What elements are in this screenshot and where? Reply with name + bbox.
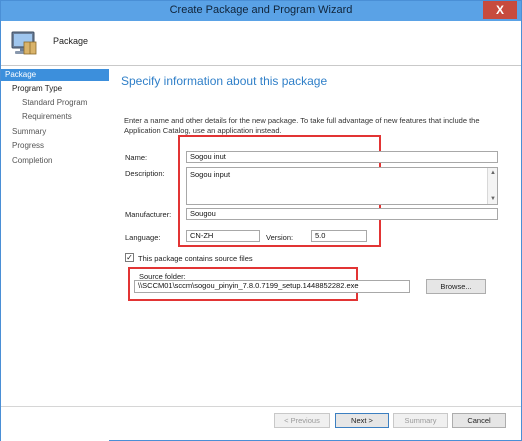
source-folder-field[interactable]: \\SCCM01\sccm\sogou_pinyin_7.8.0.7199_se… (134, 280, 410, 293)
description-scrollbar[interactable]: ▲ ▼ (487, 168, 497, 204)
source-files-checkbox[interactable]: ✓ (125, 253, 134, 262)
browse-button[interactable]: Browse... (426, 279, 486, 294)
header-title: Package (53, 36, 89, 46)
version-field[interactable]: 5.0 (311, 230, 367, 242)
window-title: Create Package and Program Wizard (169, 4, 353, 16)
wizard-sidebar: Package Program Type Standard Program Re… (1, 67, 109, 441)
manufacturer-label: Manufacturer: (125, 210, 172, 219)
language-label: Language: (125, 233, 161, 242)
next-button[interactable]: Next > (335, 413, 389, 428)
name-field[interactable]: Sogou inut (186, 151, 498, 163)
cancel-button[interactable]: Cancel (452, 413, 506, 428)
intro-text: Enter a name and other details for the n… (124, 116, 480, 135)
nav-item-standard-program[interactable]: Standard Program (1, 97, 109, 109)
nav-item-requirements[interactable]: Requirements (1, 111, 109, 123)
description-field[interactable]: Sogou input ▲ ▼ (186, 167, 498, 205)
source-files-label: This package contains source files (138, 254, 253, 263)
nav-item-completion[interactable]: Completion (1, 155, 109, 167)
wizard-main: Specify information about this package E… (110, 67, 521, 407)
computer-package-icon (11, 31, 37, 55)
wizard-header: Package (1, 21, 521, 66)
name-label: Name: (125, 153, 148, 162)
page-heading: Specify information about this package (121, 74, 328, 88)
language-field[interactable]: CN-ZH (186, 230, 260, 242)
close-button[interactable]: X (483, 1, 517, 19)
footer-separator (1, 406, 521, 407)
summary-button[interactable]: Summary (393, 413, 448, 428)
nav-item-program-type[interactable]: Program Type (1, 83, 109, 95)
description-text: Sogou input (190, 170, 231, 179)
scroll-down-icon[interactable]: ▼ (489, 195, 497, 203)
nav-item-package[interactable]: Package (1, 69, 109, 81)
previous-button[interactable]: < Previous (274, 413, 330, 428)
title-bar[interactable]: Create Package and Program Wizard X (1, 1, 521, 21)
nav-item-progress[interactable]: Progress (1, 140, 109, 152)
version-label: Version: (266, 233, 294, 242)
description-label: Description: (125, 169, 165, 178)
nav-item-summary[interactable]: Summary (1, 126, 109, 138)
manufacturer-field[interactable]: Sougou (186, 208, 498, 220)
scroll-up-icon[interactable]: ▲ (489, 169, 497, 177)
wizard-window: Create Package and Program Wizard X Pack… (0, 0, 522, 441)
